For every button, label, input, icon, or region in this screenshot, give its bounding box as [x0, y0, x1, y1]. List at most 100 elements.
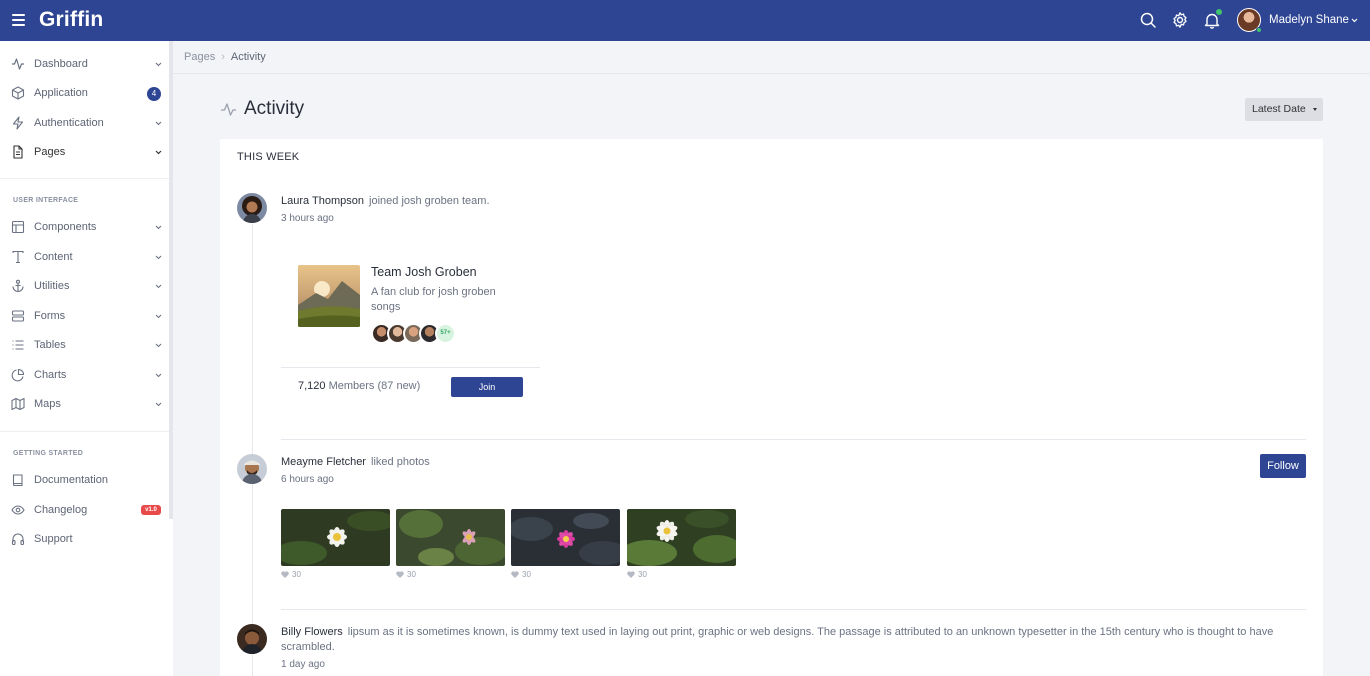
- sidebar-item-label: Support: [34, 533, 73, 545]
- sidebar-item-label: Charts: [34, 369, 67, 381]
- sidebar-item-components[interactable]: Components: [0, 216, 169, 240]
- avatar[interactable]: [237, 193, 267, 223]
- photo-thumbnail[interactable]: [511, 509, 620, 566]
- photo-likes[interactable]: 30: [281, 570, 301, 579]
- sort-dropdown-label: Latest Date: [1252, 103, 1306, 115]
- sidebar-item-pages[interactable]: Pages: [0, 141, 169, 165]
- sidebar-edge: [169, 519, 173, 676]
- brand-logo[interactable]: Griffin: [39, 8, 103, 32]
- sidebar-section-title: GETTING STARTED: [13, 450, 84, 457]
- sidebar-section-title: USER INTERFACE: [13, 197, 79, 204]
- headphones-icon: [11, 532, 25, 546]
- heart-icon: [396, 571, 404, 578]
- box-icon: [11, 86, 25, 100]
- breadcrumb-divider: [173, 73, 1370, 74]
- activity-actor: Laura Thompson joined josh groben team.: [281, 195, 490, 207]
- activity-time: 1 day ago: [281, 659, 325, 670]
- menu-icon[interactable]: [12, 14, 25, 26]
- activity-actor: Meayme Fletcher liked photos: [281, 456, 430, 468]
- photo-thumbnail[interactable]: [396, 509, 505, 566]
- team-image[interactable]: [298, 265, 360, 327]
- sidebar-item-changelog[interactable]: Changelog v1.0: [0, 499, 169, 523]
- version-badge: v1.0: [141, 505, 161, 515]
- team-name[interactable]: Team Josh Groben: [371, 265, 477, 279]
- sidebar-item-application[interactable]: Application 4: [0, 82, 169, 106]
- layout-icon: [11, 220, 25, 234]
- photo-thumbnail[interactable]: [281, 509, 390, 566]
- search-icon[interactable]: [1139, 11, 1157, 29]
- activity-icon: [11, 57, 25, 71]
- sidebar-item-authentication[interactable]: Authentication: [0, 112, 169, 136]
- pie-chart-icon: [11, 368, 25, 382]
- notification-dot: [1216, 9, 1222, 15]
- sidebar-item-label: Utilities: [34, 280, 70, 292]
- sidebar-item-label: Maps: [34, 398, 61, 410]
- bell-icon[interactable]: [1203, 9, 1222, 29]
- team-divider: [281, 367, 540, 368]
- activity-action: lipsum as it is sometimes known, is dumm…: [281, 626, 1274, 653]
- caret-down-icon: [1313, 108, 1317, 111]
- avatar[interactable]: [237, 624, 267, 654]
- actor-name[interactable]: Laura Thompson: [281, 195, 364, 207]
- period-title: THIS WEEK: [237, 151, 300, 163]
- book-icon: [11, 473, 25, 487]
- sidebar-item-tables[interactable]: Tables: [0, 334, 169, 358]
- sidebar-item-label: Dashboard: [34, 58, 88, 70]
- breadcrumb-link-pages[interactable]: Pages: [184, 51, 215, 63]
- photo-thumbnail[interactable]: [627, 509, 736, 566]
- chevron-down-icon: [155, 150, 162, 155]
- members-count-number: 7,120: [298, 380, 326, 392]
- photo-likes[interactable]: 30: [396, 570, 416, 579]
- user-name[interactable]: Madelyn Shane: [1269, 14, 1349, 26]
- lightning-icon: [11, 116, 25, 130]
- entry-divider: [281, 609, 1306, 610]
- sidebar-item-forms[interactable]: Forms: [0, 305, 169, 329]
- sidebar-item-label: Changelog: [34, 504, 88, 516]
- photo-likes[interactable]: 30: [511, 570, 531, 579]
- actor-name[interactable]: Billy Flowers: [281, 626, 343, 638]
- page-title: Activity: [244, 98, 305, 119]
- activity-icon: [221, 103, 236, 116]
- likes-count: 30: [638, 570, 647, 579]
- server-icon: [11, 309, 25, 323]
- sidebar-item-label: Application: [34, 87, 88, 99]
- sort-dropdown-button[interactable]: Latest Date: [1245, 98, 1323, 121]
- chevron-down-icon: [155, 255, 162, 260]
- likes-count: 30: [292, 570, 301, 579]
- file-text-icon: [11, 145, 25, 159]
- timeline-line: [252, 224, 253, 676]
- more-members-badge[interactable]: 57+: [435, 323, 456, 344]
- sidebar-item-documentation[interactable]: Documentation: [0, 469, 169, 493]
- sidebar-item-utilities[interactable]: Utilities: [0, 275, 169, 299]
- sidebar-item-support[interactable]: Support: [0, 528, 169, 552]
- sidebar-item-label: Content: [34, 251, 73, 263]
- sidebar-item-dashboard[interactable]: Dashboard: [0, 53, 169, 77]
- list-icon: [11, 338, 25, 352]
- breadcrumb: Pages › Activity: [184, 51, 266, 63]
- sidebar-item-label: Authentication: [34, 117, 104, 129]
- chevron-down-icon: [155, 373, 162, 378]
- sidebar-divider: [0, 178, 169, 179]
- sidebar-scrollbar[interactable]: [169, 41, 173, 519]
- follow-button[interactable]: Follow: [1260, 454, 1306, 478]
- actor-name[interactable]: Meayme Fletcher: [281, 456, 366, 468]
- sidebar-item-content[interactable]: Content: [0, 246, 169, 270]
- sidebar-item-label: Forms: [34, 310, 66, 322]
- activity-time: 6 hours ago: [281, 474, 334, 485]
- heart-icon: [627, 571, 635, 578]
- breadcrumb-separator: ›: [221, 51, 225, 63]
- sidebar-item-maps[interactable]: Maps: [0, 393, 169, 417]
- chevron-down-icon: [155, 284, 162, 289]
- sidebar-item-label: Documentation: [34, 474, 108, 486]
- avatar[interactable]: [237, 454, 267, 484]
- breadcrumb-current: Activity: [230, 51, 266, 63]
- sidebar-item-charts[interactable]: Charts: [0, 364, 169, 388]
- chevron-down-icon[interactable]: [1351, 17, 1358, 24]
- likes-count: 30: [407, 570, 416, 579]
- activity-card: [220, 139, 1323, 676]
- gear-icon[interactable]: [1171, 11, 1189, 29]
- join-button[interactable]: Join: [451, 377, 523, 397]
- chevron-down-icon: [155, 402, 162, 407]
- photo-likes[interactable]: 30: [627, 570, 647, 579]
- map-icon: [11, 397, 25, 411]
